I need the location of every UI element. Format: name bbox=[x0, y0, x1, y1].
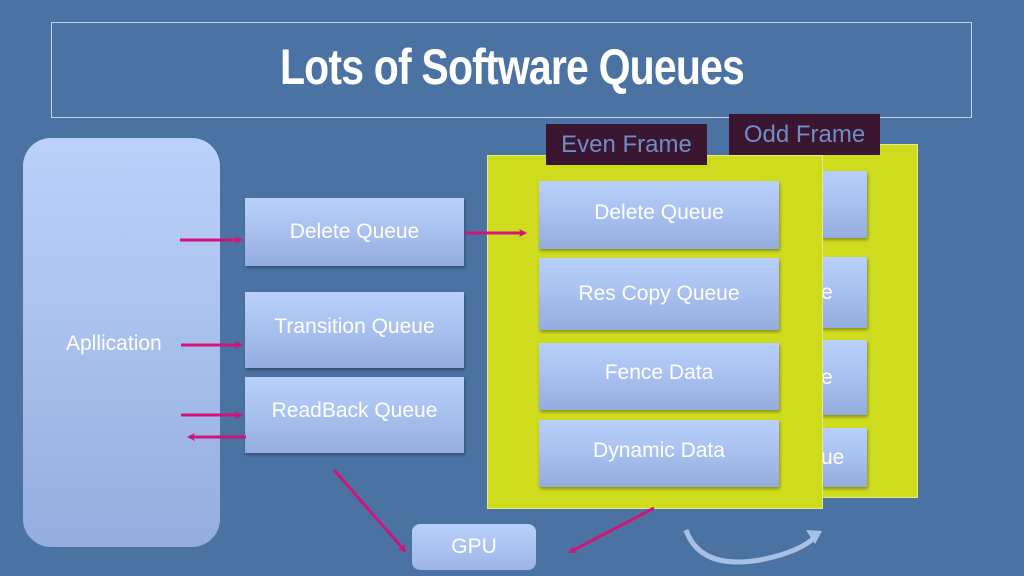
even-fence-data-label: Fence Data bbox=[604, 360, 714, 384]
odd-frame-queue-4-fragment: ue bbox=[821, 445, 845, 469]
odd-frame-tag: Odd Frame bbox=[729, 114, 880, 155]
even-res-copy-queue: Res Copy Queue bbox=[539, 258, 779, 330]
even-fence-data: Fence Data bbox=[539, 343, 779, 410]
even-dynamic-data-label: Dynamic Data bbox=[593, 438, 725, 462]
gpu-block: GPU bbox=[412, 524, 536, 570]
even-frame-tag-label: Even Frame bbox=[561, 130, 692, 158]
odd-frame-queue-4: ue bbox=[821, 428, 867, 487]
even-frame-tag: Even Frame bbox=[546, 124, 707, 165]
left-readback-queue-label: ReadBack Queue bbox=[271, 399, 438, 422]
even-dynamic-data: Dynamic Data bbox=[539, 420, 779, 487]
application-label: Apllication bbox=[66, 332, 162, 355]
left-readback-queue: ReadBack Queue bbox=[245, 377, 464, 453]
left-transition-queue: Transition Queue bbox=[245, 292, 464, 368]
gpu-label: GPU bbox=[451, 535, 497, 558]
odd-frame-tag-label: Odd Frame bbox=[743, 120, 866, 148]
left-delete-queue-label: Delete Queue bbox=[289, 220, 420, 243]
frame-swap-curved-arrow bbox=[683, 529, 822, 565]
page-title: Lots of Software Queues bbox=[279, 39, 745, 95]
odd-frame-queue-2: e bbox=[821, 257, 867, 328]
arrow-frame-to-gpu bbox=[568, 506, 655, 554]
even-delete-queue: Delete Queue bbox=[539, 181, 779, 249]
even-delete-queue-label: Delete Queue bbox=[594, 201, 724, 224]
left-delete-queue: Delete Queue bbox=[245, 198, 464, 266]
odd-frame-queue-3: e bbox=[821, 340, 867, 415]
left-transition-queue-label: Transition Queue bbox=[274, 315, 435, 338]
odd-frame-queue-1 bbox=[821, 171, 867, 238]
even-res-copy-queue-label: Res Copy Queue bbox=[578, 282, 740, 305]
arrow-readback-to-gpu bbox=[332, 469, 407, 553]
